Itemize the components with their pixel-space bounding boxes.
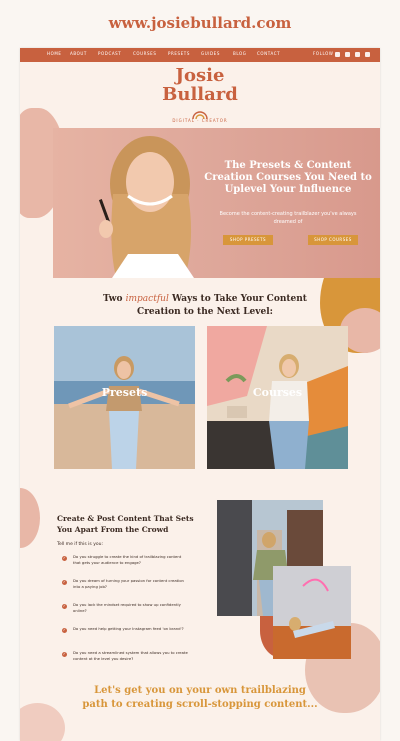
hero-photo xyxy=(98,136,194,278)
ways-prefix: Two xyxy=(103,294,123,304)
presets-label: Presets xyxy=(101,386,148,399)
youtube-icon[interactable] xyxy=(355,52,360,57)
list-item: Do you dream of turning your passion for… xyxy=(73,578,184,589)
content-section-heading: Create & Post Content That Sets You Apar… xyxy=(57,514,194,534)
shop-presets-button[interactable]: SHOP PRESETS xyxy=(223,235,273,245)
bottom-headline: Let's get you on your own trailblazing p… xyxy=(82,685,318,710)
site-url: www.josiebullard.com xyxy=(108,14,292,32)
website-preview: HOME ABOUT PODCAST COURSES PRESETS GUIDE… xyxy=(20,48,380,741)
decor-blob-bottom-left xyxy=(20,703,65,741)
instagram-icon[interactable] xyxy=(345,52,350,57)
logo-line-1: Josie xyxy=(175,65,225,86)
list-item: Do you need a streamlined system that al… xyxy=(73,650,188,661)
check-icon xyxy=(62,603,67,609)
ways-heading: Two impactful Ways to Take Your Content … xyxy=(90,293,320,319)
presets-card[interactable]: Presets xyxy=(54,326,195,469)
check-icon xyxy=(62,579,67,585)
nav-podcast[interactable]: PODCAST xyxy=(98,51,121,56)
shop-courses-button[interactable]: SHOP COURSES xyxy=(308,235,358,245)
hero-banner: The Presets & Content Creation Courses Y… xyxy=(53,128,380,278)
nav-about[interactable]: ABOUT xyxy=(70,51,87,56)
list-item: Do you struggle to create the kind of tr… xyxy=(73,554,182,565)
decor-blob-mid-left xyxy=(20,488,40,548)
logo-line-2: Bullard xyxy=(162,84,238,105)
nav-blog[interactable]: BLOG xyxy=(233,51,246,56)
check-icon xyxy=(62,651,67,657)
hero-subtext: Become the content-creating trailblazer … xyxy=(219,211,357,225)
logo-tagline: DIGITAL · CREATOR xyxy=(172,118,228,123)
nav-contact[interactable]: CONTACT xyxy=(257,51,280,56)
list-item: Do you need help getting your Instagram … xyxy=(73,626,184,631)
site-logo[interactable]: Josie Bullard xyxy=(20,66,380,104)
list-item: Do you lack the mindset required to show… xyxy=(73,602,181,613)
nav-guides[interactable]: GUIDES xyxy=(201,51,220,56)
check-icon xyxy=(62,555,67,561)
nav-presets[interactable]: PRESETS xyxy=(168,51,190,56)
top-nav: HOME ABOUT PODCAST COURSES PRESETS GUIDE… xyxy=(20,48,380,62)
courses-card[interactable]: Courses xyxy=(207,326,348,469)
ways-script-word: impactful xyxy=(125,294,169,304)
nav-home[interactable]: HOME xyxy=(47,51,62,56)
hero-headline: The Presets & Content Creation Courses Y… xyxy=(204,160,372,195)
content-section-intro: Tell me if this is you: xyxy=(57,542,103,547)
courses-label: Courses xyxy=(252,386,303,399)
pinterest-icon[interactable] xyxy=(365,52,370,57)
nav-courses[interactable]: COURSES xyxy=(133,51,156,56)
check-icon xyxy=(62,627,67,633)
facebook-icon[interactable] xyxy=(335,52,340,57)
follow-label: FOLLOW xyxy=(313,51,334,56)
couch-photo xyxy=(273,566,351,659)
